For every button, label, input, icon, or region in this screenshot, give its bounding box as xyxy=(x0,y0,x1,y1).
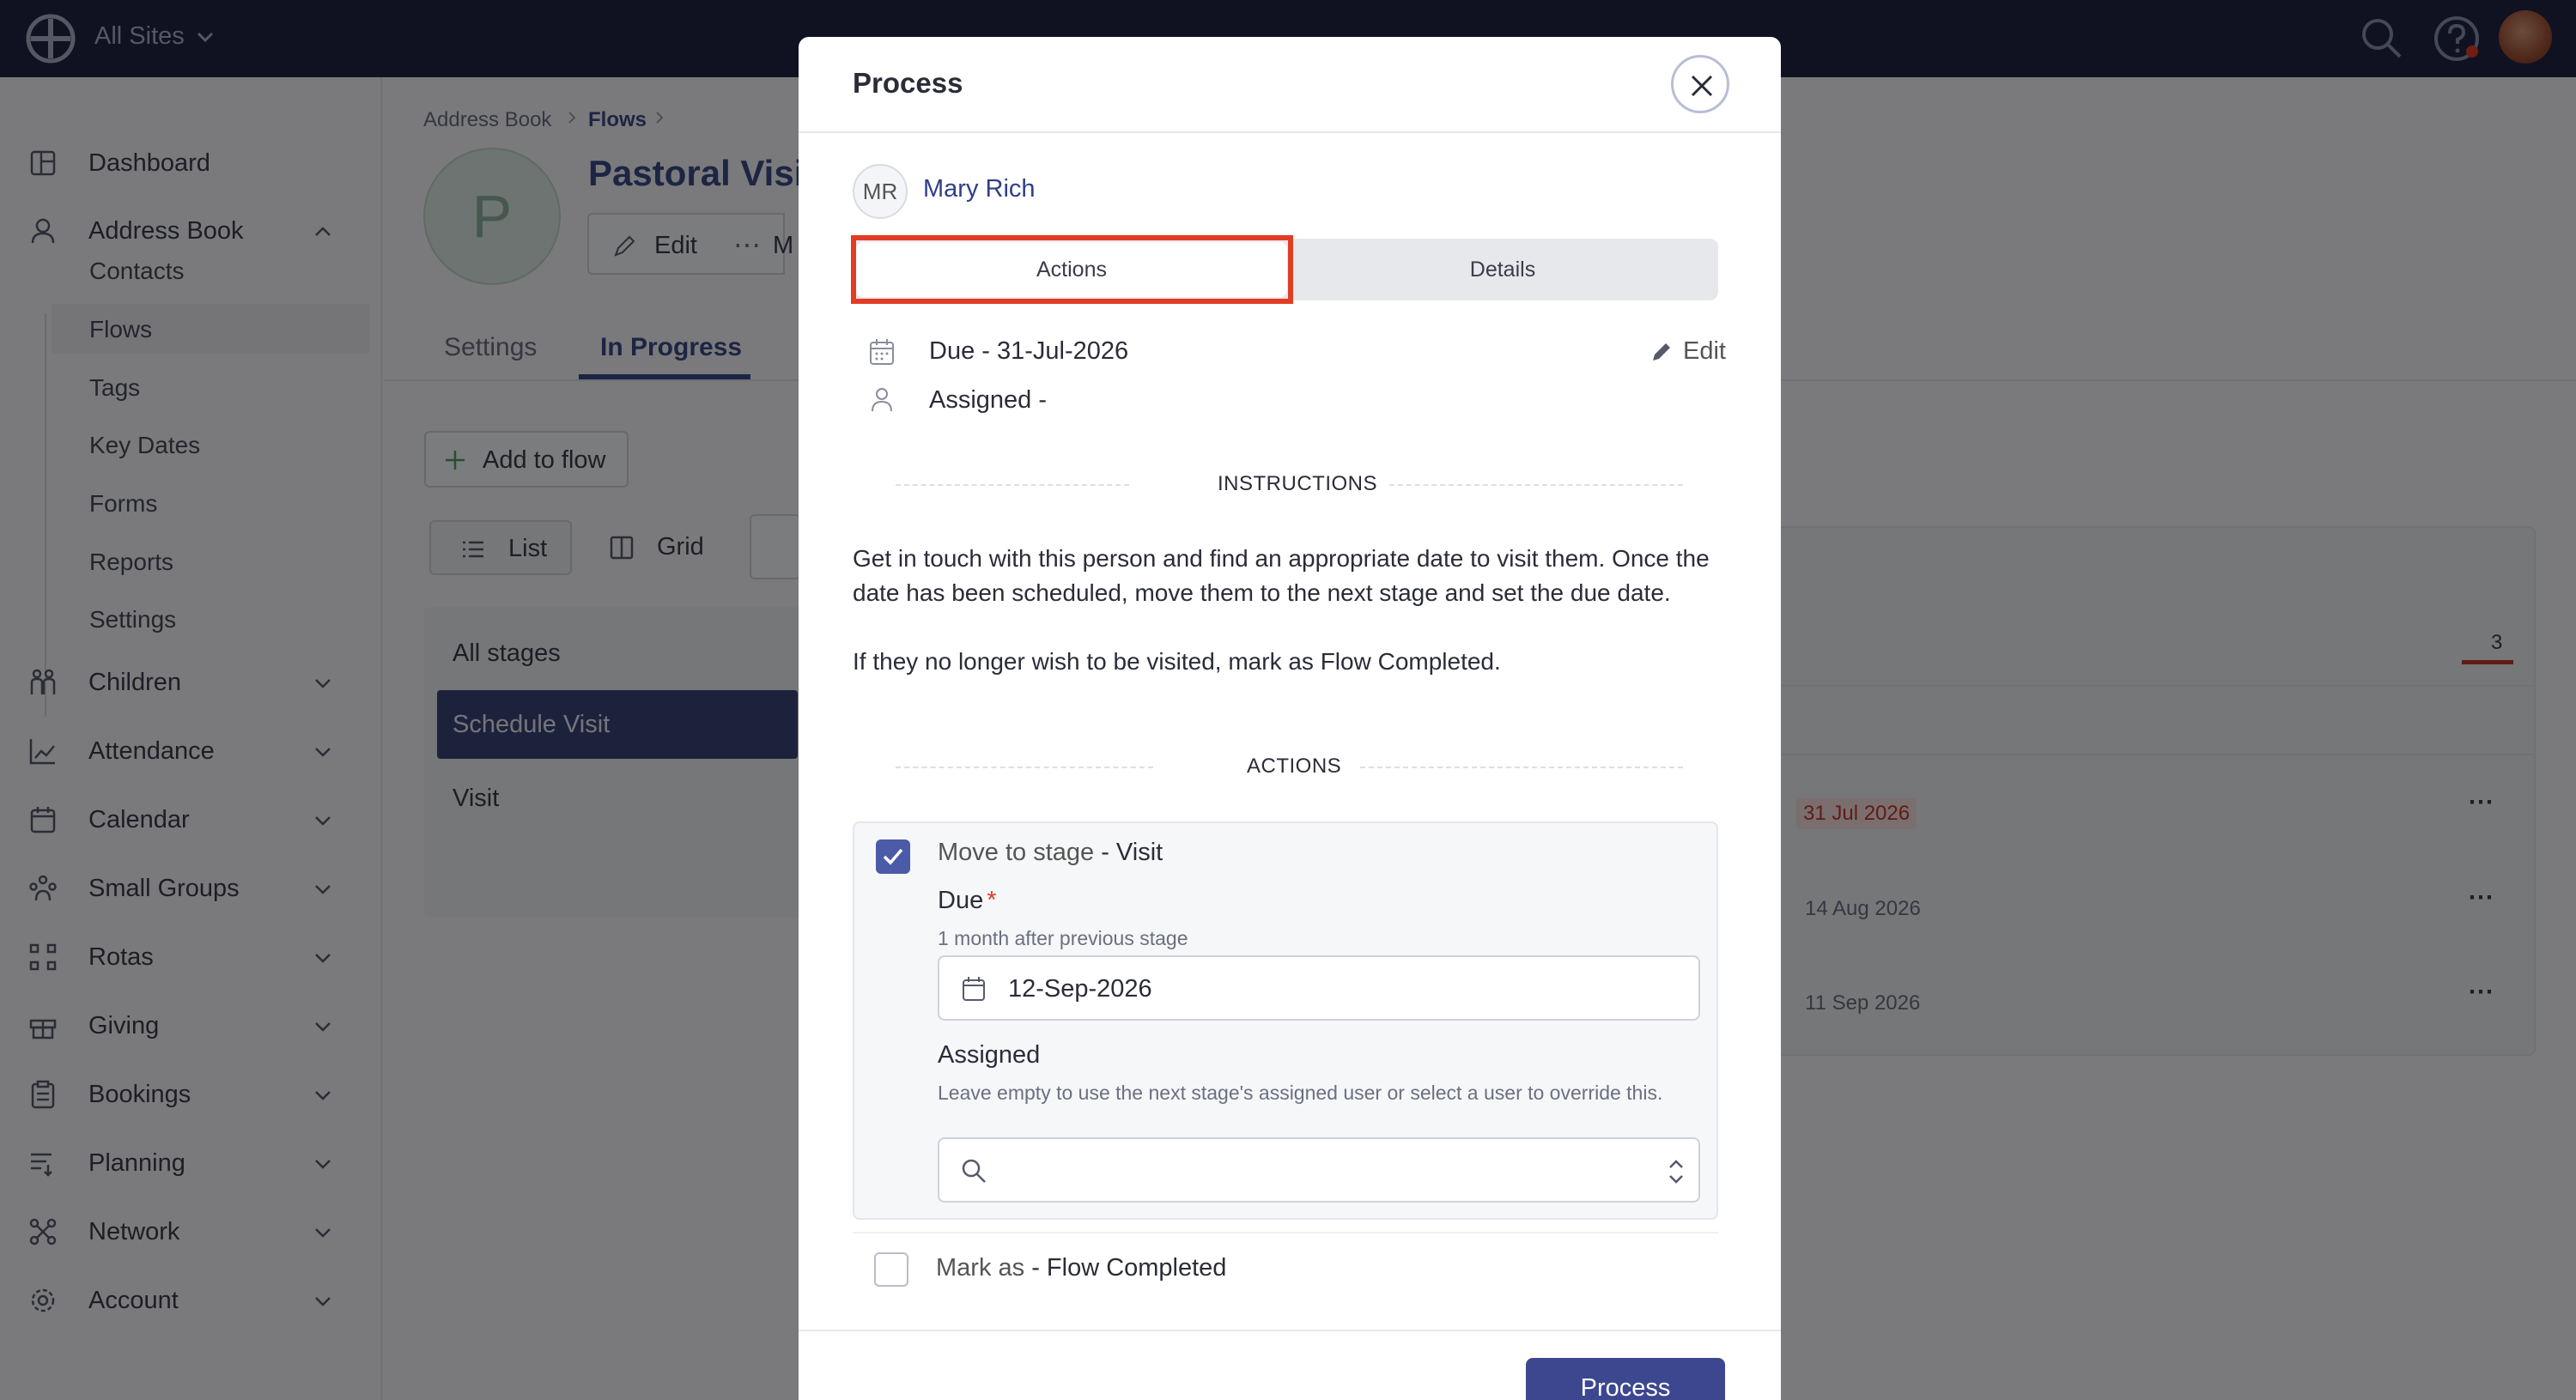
process-modal: Process MR Mary Rich Actions Details Due… xyxy=(799,37,1781,1400)
move-prefix: Move to stage xyxy=(938,839,1095,866)
due-help-text: 1 month after previous stage xyxy=(938,927,1188,949)
instructions-heading: INSTRUCTIONS xyxy=(1218,472,1377,495)
divider xyxy=(896,484,1129,486)
mark-completed-label: Mark as - Flow Completed xyxy=(936,1254,1226,1282)
check-icon xyxy=(883,848,903,865)
edit-link[interactable]: Edit xyxy=(1683,337,1726,366)
process-button[interactable]: Process xyxy=(1526,1358,1725,1400)
person-name-link[interactable]: Mary Rich xyxy=(923,175,1036,203)
mark-prefix: Mark as xyxy=(936,1254,1025,1282)
search-icon xyxy=(962,1159,986,1183)
close-button[interactable] xyxy=(1671,55,1729,113)
modal-title: Process xyxy=(853,67,963,99)
due-field-label: Due * xyxy=(938,887,997,915)
due-label-text: Due xyxy=(938,887,984,914)
calendar-icon xyxy=(870,339,894,365)
assigned-field-label: Assigned xyxy=(938,1041,1041,1069)
modal-header: Process xyxy=(799,37,1781,133)
assigned-user-select[interactable] xyxy=(938,1137,1700,1203)
assigned-help-text: Leave empty to use the next stage's assi… xyxy=(938,1082,1663,1104)
divider xyxy=(1360,767,1683,768)
divider xyxy=(896,767,1153,768)
mark-completed-action: Mark as - Flow Completed xyxy=(853,1232,1718,1300)
move-to-stage-action: Move to stage - Visit Due * 1 month after… xyxy=(853,821,1718,1220)
person-icon xyxy=(872,388,892,412)
modal-footer-divider xyxy=(799,1330,1781,1331)
highlight-box xyxy=(851,235,1293,304)
updown-chevron-icon xyxy=(1669,1160,1683,1184)
assigned-text: Assigned - xyxy=(929,386,1048,414)
instructions-paragraph: Get in touch with this person and find a… xyxy=(853,545,1710,606)
instructions-paragraph: If they no longer wish to be visited, ma… xyxy=(853,648,1501,675)
calendar-icon xyxy=(963,977,985,1001)
due-date-text: Due - 31-Jul-2026 xyxy=(929,337,1129,365)
actions-heading: ACTIONS xyxy=(1247,755,1342,778)
instructions-text: Get in touch with this person and find a… xyxy=(853,542,1718,679)
pencil-icon[interactable] xyxy=(1649,339,1674,365)
move-stage-name: - Visit xyxy=(1094,839,1163,866)
person-avatar: MR xyxy=(853,164,908,219)
close-icon xyxy=(1691,75,1713,97)
move-to-stage-checkbox[interactable] xyxy=(876,839,910,874)
mark-value: - Flow Completed xyxy=(1024,1254,1227,1282)
required-mark: * xyxy=(987,887,997,914)
move-to-stage-label: Move to stage - Visit xyxy=(938,839,1163,867)
due-date-value: 12-Sep-2026 xyxy=(1008,975,1152,1003)
mark-completed-checkbox[interactable] xyxy=(874,1252,908,1287)
due-date-input[interactable]: 12-Sep-2026 xyxy=(938,955,1700,1021)
divider xyxy=(1389,484,1683,486)
tab-details[interactable]: Details xyxy=(1287,239,1718,300)
